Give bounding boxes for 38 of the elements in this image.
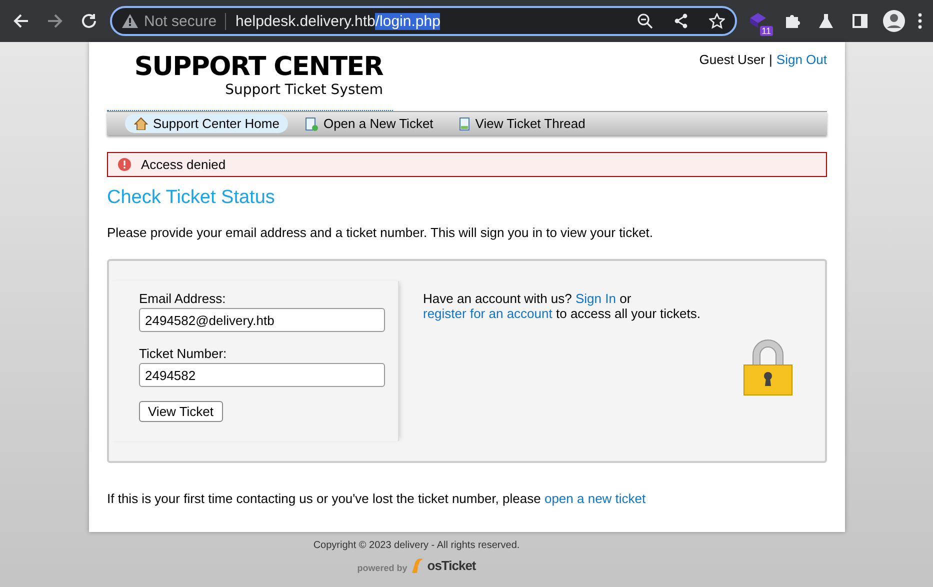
separator: |	[769, 52, 772, 69]
nav-tab[interactable]: Support Center Home	[125, 114, 288, 133]
padlock-icon	[743, 339, 793, 396]
back-arrow-icon[interactable]	[12, 12, 30, 30]
footer-note: If this is your first time contacting us or you've lost the ticket number, please open a new ticket	[107, 491, 647, 506]
profile-avatar[interactable]	[881, 8, 907, 34]
field-label: Email Address:	[139, 291, 227, 306]
star-icon[interactable]	[709, 13, 725, 29]
view-ticket-button[interactable]: View Ticket	[139, 401, 223, 422]
register-link[interactable]: register for an account	[423, 306, 552, 321]
address-bar[interactable]: Not secure helpdesk.delivery.htb/login.php	[110, 6, 737, 36]
input-field[interactable]: 2494582@delivery.htb	[139, 308, 385, 332]
intro-text: Please provide your email address and a ticket number. This will sign you in to view your ticket.	[107, 225, 654, 240]
security-label: Not secure	[144, 12, 226, 30]
error-icon	[118, 158, 131, 171]
sign-in-link[interactable]: Sign In	[576, 291, 616, 306]
zoom-out-icon[interactable]	[637, 13, 653, 29]
page-title: Check Ticket Status	[107, 187, 276, 209]
document-add-icon	[305, 116, 318, 130]
nav-tab[interactable]: View Ticket Thread	[450, 114, 594, 133]
sign-out-link[interactable]: Sign Out	[776, 52, 827, 111]
powered-by-text: powered by	[357, 563, 408, 573]
extension-badge: 11	[760, 26, 773, 36]
house-icon	[134, 117, 148, 130]
document-icon	[459, 116, 470, 130]
account-text: Have an account with us? Sign In or register for an account to access all your tickets.	[423, 291, 702, 321]
share-icon[interactable]	[673, 13, 689, 29]
brand-logo: osTicket	[427, 558, 476, 573]
field-label: Ticket Number:	[139, 346, 228, 361]
input-field[interactable]: 2494582	[139, 363, 385, 387]
reload-icon[interactable]	[80, 12, 98, 30]
nav-tab[interactable]: Open a New Ticket	[296, 114, 442, 133]
alert-text: Access denied	[141, 157, 226, 172]
open-ticket-link[interactable]: open a new ticket	[544, 491, 646, 506]
copyright-text: Copyright © 2023 delivery - All rights reserved.	[313, 540, 520, 551]
warning-icon	[122, 14, 138, 28]
user-name: Guest User	[699, 52, 766, 69]
url-text: helpdesk.delivery.htb/login.php	[236, 12, 440, 30]
